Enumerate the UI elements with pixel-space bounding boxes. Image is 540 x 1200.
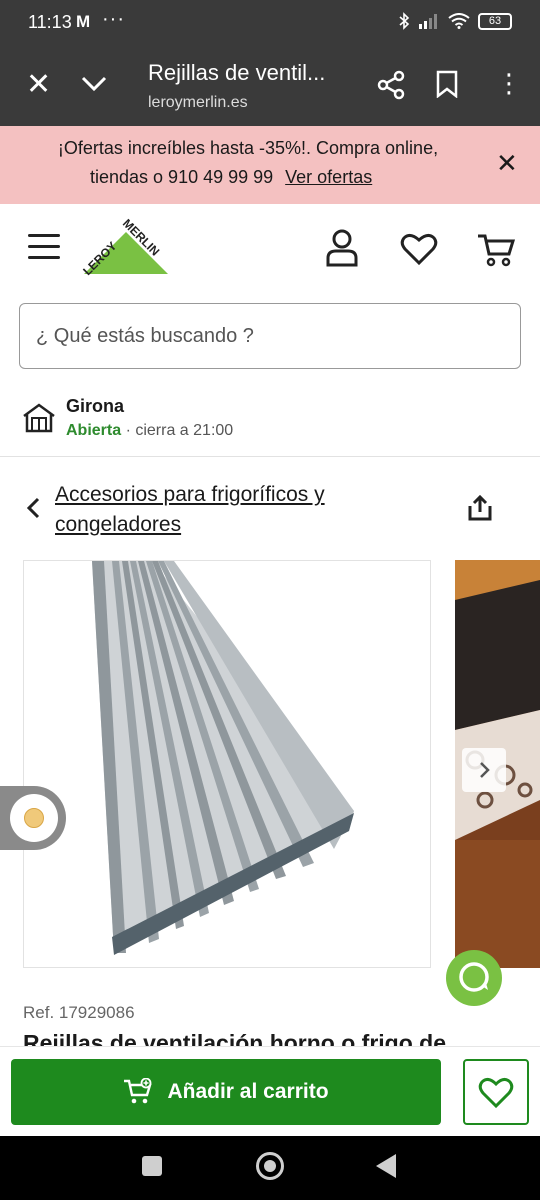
chevron-right-icon	[480, 762, 490, 778]
product-main-image[interactable]	[23, 560, 431, 968]
system-navigation-bar	[0, 1136, 540, 1200]
chat-bubble-icon	[459, 962, 489, 992]
store-status: Abierta · cierra a 21:00	[66, 422, 233, 440]
vent-grille-illustration	[92, 561, 354, 955]
promo-offers-link[interactable]: Ver ofertas	[285, 167, 372, 187]
close-banner-icon[interactable]: ✕	[496, 148, 518, 179]
store-icon	[23, 403, 55, 433]
bluetooth-icon	[399, 12, 410, 30]
cart-icon[interactable]	[476, 232, 516, 268]
promo-text-line1: ¡Ofertas increíbles hasta -35%!. Compra …	[57, 138, 439, 158]
page-url: leroymerlin.es	[148, 94, 248, 111]
leroy-merlin-logo[interactable]: LEROY MERLIN	[78, 218, 174, 280]
wifi-icon	[448, 13, 470, 29]
search-input[interactable]	[19, 303, 521, 369]
add-cart-icon	[124, 1078, 153, 1104]
status-time: 11:13	[28, 12, 72, 32]
heart-icon	[478, 1077, 514, 1109]
action-bar: Añadir al carrito	[0, 1046, 540, 1136]
divider	[0, 456, 540, 457]
page-title: Rejillas de ventil...	[148, 60, 326, 85]
share-page-icon[interactable]	[466, 494, 494, 522]
close-tab-icon[interactable]: ✕	[26, 68, 51, 102]
menu-icon[interactable]	[28, 234, 60, 260]
gmail-notification-icon: M	[76, 12, 91, 31]
product-reference: Ref. 17929086	[23, 1003, 135, 1022]
add-to-cart-label: Añadir al carrito	[167, 1080, 329, 1103]
bookmark-icon[interactable]	[436, 70, 458, 98]
chevron-left-icon[interactable]	[24, 496, 42, 520]
next-image-button[interactable]	[462, 748, 506, 792]
chat-button[interactable]	[446, 950, 502, 1006]
status-bar: 11:13 M ··· 63	[0, 0, 540, 48]
more-notifications-icon: ···	[102, 8, 125, 30]
lightbulb-icon	[24, 808, 44, 828]
promo-banner: ¡Ofertas increíbles hasta -35%!. Compra …	[0, 126, 540, 204]
signal-icon	[419, 14, 437, 29]
store-open-status: Abierta	[66, 422, 122, 439]
more-options-icon[interactable]: ⋮	[496, 68, 522, 98]
add-to-cart-button[interactable]: Añadir al carrito	[11, 1059, 441, 1125]
account-icon[interactable]	[324, 228, 360, 268]
store-name[interactable]: Girona	[66, 396, 124, 417]
product-title: Rejillas de ventilación horno o frigo de	[23, 1030, 447, 1046]
favorite-button[interactable]	[463, 1059, 529, 1125]
recents-icon[interactable]	[142, 1156, 162, 1176]
store-closing-time: · cierra a 21:00	[125, 422, 234, 439]
back-icon[interactable]	[376, 1154, 396, 1178]
home-icon[interactable]	[256, 1152, 284, 1180]
floating-assistant-tab[interactable]	[0, 786, 66, 850]
breadcrumb-link[interactable]: Accesorios para frigoríficos y congelado…	[55, 480, 415, 540]
promo-phone-text: tiendas o 910 49 99 99	[90, 167, 274, 187]
share-icon[interactable]	[376, 70, 406, 100]
status-icons: 63	[398, 12, 512, 30]
wishlist-icon[interactable]	[400, 232, 438, 266]
battery-icon: 63	[478, 12, 512, 30]
chevron-down-icon[interactable]	[80, 68, 108, 98]
promo-text-line2: tiendas o 910 49 99 99 Ver ofertas	[90, 167, 372, 188]
browser-toolbar: ✕ Rejillas de ventil... leroymerlin.es ⋮	[0, 48, 540, 126]
